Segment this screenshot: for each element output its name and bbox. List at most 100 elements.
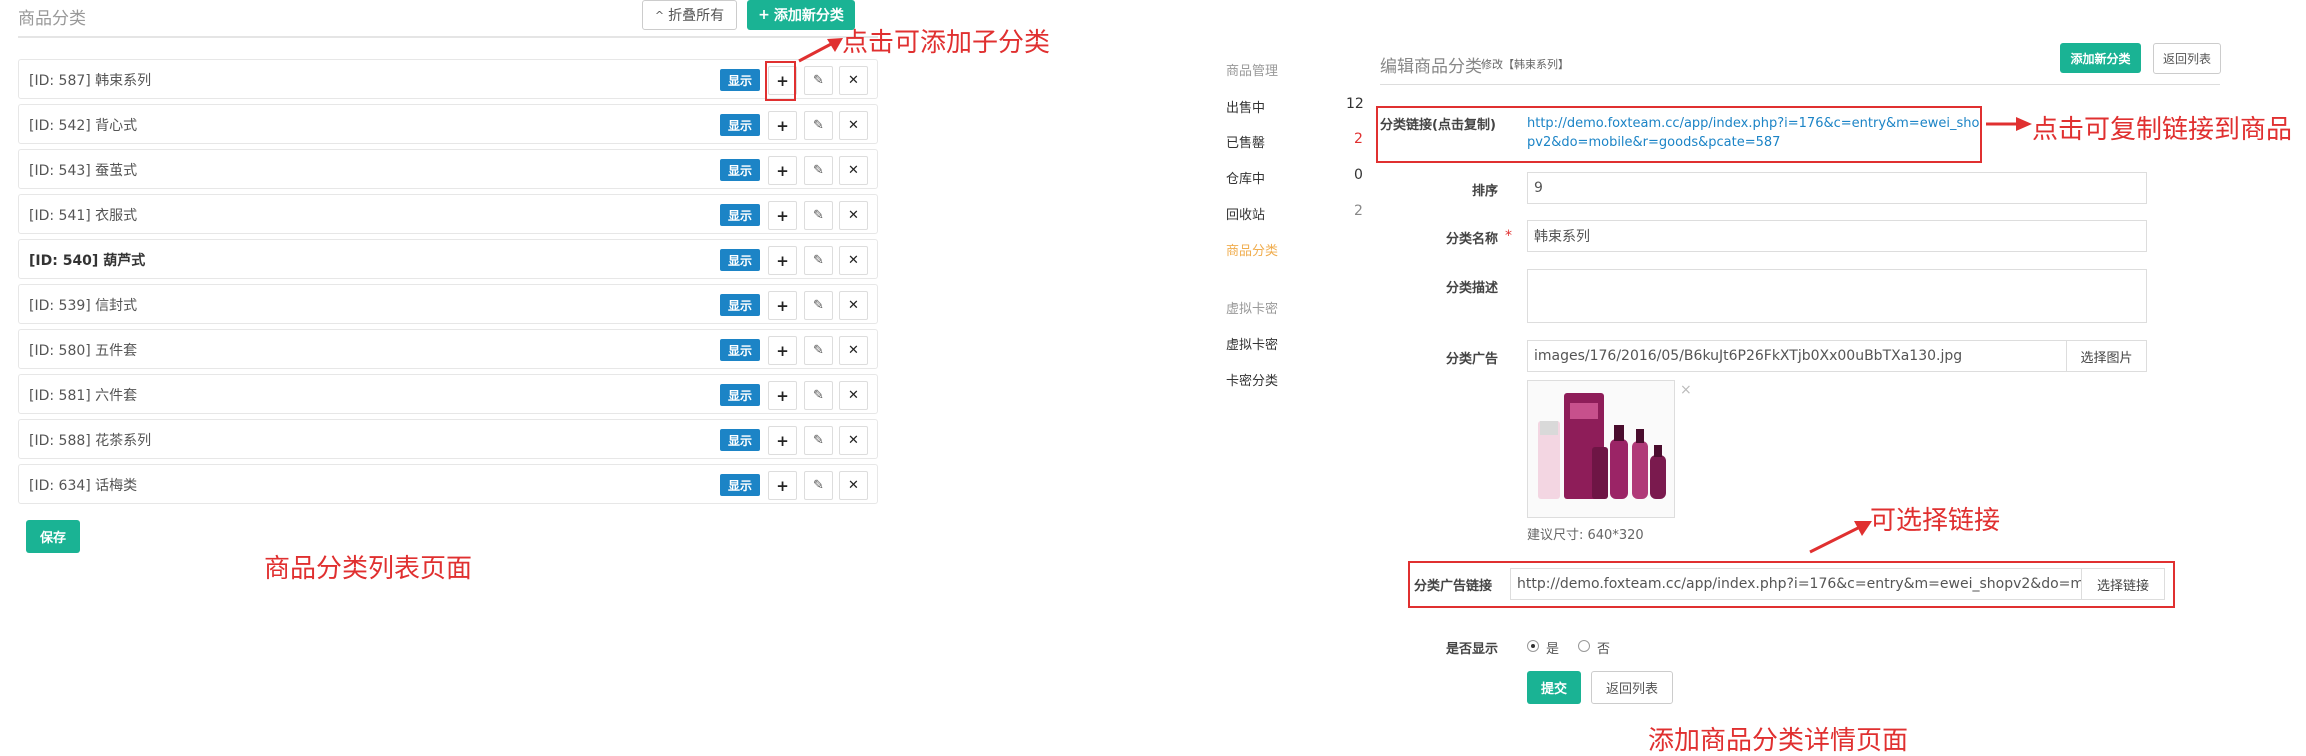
show-badge[interactable]: 显示 bbox=[720, 204, 760, 226]
category-row[interactable]: [ID: 634] 话梅类 显示 + ✎ ✕ bbox=[18, 464, 878, 504]
menu-item-card-category[interactable]: 卡密分类 bbox=[1226, 370, 1278, 389]
delete-button[interactable]: ✕ bbox=[839, 471, 868, 500]
annotation-choose-link: 可选择链接 bbox=[1870, 506, 2001, 536]
category-row[interactable]: [ID: 541] 衣服式 显示 + ✎ ✕ bbox=[18, 194, 878, 234]
delete-button[interactable]: ✕ bbox=[839, 156, 868, 185]
delete-button[interactable]: ✕ bbox=[839, 201, 868, 230]
edit-icon: ✎ bbox=[813, 73, 824, 88]
add-category-button[interactable]: + 添加新分类 bbox=[747, 0, 855, 30]
category-row[interactable]: [ID: 542] 背心式 显示 + ✎ ✕ bbox=[18, 104, 878, 144]
category-row[interactable]: [ID: 539] 信封式 显示 + ✎ ✕ bbox=[18, 284, 878, 324]
edit-button[interactable]: ✎ bbox=[804, 111, 833, 140]
edit-icon: ✎ bbox=[813, 343, 824, 358]
category-row[interactable]: [ID: 587] 韩束系列 显示 + ✎ ✕ bbox=[18, 59, 878, 99]
sort-input[interactable]: 9 bbox=[1527, 172, 2147, 204]
add-child-button[interactable]: + bbox=[768, 111, 797, 140]
category-desc-textarea[interactable] bbox=[1527, 269, 2147, 323]
show-badge[interactable]: 显示 bbox=[720, 474, 760, 496]
add-child-button[interactable]: + bbox=[768, 156, 797, 185]
edit-icon: ✎ bbox=[813, 388, 824, 403]
add-child-button[interactable]: + bbox=[768, 201, 797, 230]
add-child-button[interactable]: + bbox=[768, 336, 797, 365]
show-no-radio[interactable] bbox=[1578, 640, 1590, 652]
delete-button[interactable]: ✕ bbox=[839, 381, 868, 410]
delete-button[interactable]: ✕ bbox=[839, 336, 868, 365]
menu-item-sold-out[interactable]: 已售罄 bbox=[1226, 132, 1265, 151]
close-icon: ✕ bbox=[848, 118, 859, 133]
show-yes-radio[interactable] bbox=[1527, 640, 1539, 652]
category-row[interactable]: [ID: 581] 六件套 显示 + ✎ ✕ bbox=[18, 374, 878, 414]
add-child-button[interactable]: + bbox=[768, 381, 797, 410]
category-name: [ID: 542] 背心式 bbox=[29, 118, 138, 134]
plus-icon: + bbox=[776, 431, 789, 450]
category-row[interactable]: [ID: 588] 花茶系列 显示 + ✎ ✕ bbox=[18, 419, 878, 459]
choose-image-button[interactable]: 选择图片 bbox=[2066, 340, 2147, 372]
delete-button[interactable]: ✕ bbox=[839, 111, 868, 140]
annotation-arrow-icon bbox=[1809, 521, 1872, 554]
menu-head-goods: 商品管理 bbox=[1226, 64, 1279, 79]
category-link[interactable]: http://demo.foxteam.cc/app/index.php?i=1… bbox=[1527, 114, 1987, 152]
remove-image-icon[interactable]: × bbox=[1680, 382, 1692, 398]
show-badge[interactable]: 显示 bbox=[720, 249, 760, 271]
delete-button[interactable]: ✕ bbox=[839, 291, 868, 320]
show-badge[interactable]: 显示 bbox=[720, 69, 760, 91]
category-row[interactable]: [ID: 543] 蚕茧式 显示 + ✎ ✕ bbox=[18, 149, 878, 189]
delete-button[interactable]: ✕ bbox=[839, 426, 868, 455]
edit-button[interactable]: ✎ bbox=[804, 201, 833, 230]
plus-icon: + bbox=[758, 7, 770, 23]
back-to-list-button[interactable]: 返回列表 bbox=[2153, 43, 2221, 74]
delete-button[interactable]: ✕ bbox=[839, 246, 868, 275]
show-yes-label: 是 bbox=[1546, 642, 1560, 657]
menu-item-category[interactable]: 商品分类 bbox=[1226, 240, 1278, 259]
plus-icon: + bbox=[776, 476, 789, 495]
category-name: [ID: 543] 蚕茧式 bbox=[29, 163, 138, 179]
edit-icon: ✎ bbox=[813, 478, 824, 493]
menu-item-recycle[interactable]: 回收站 bbox=[1226, 204, 1265, 223]
required-icon: * bbox=[1505, 228, 1512, 244]
add-child-button[interactable]: + bbox=[768, 471, 797, 500]
category-ad-input[interactable]: images/176/2016/05/B6kuJt6P26FkXTjb0Xx00… bbox=[1527, 340, 2067, 372]
close-icon: ✕ bbox=[848, 478, 859, 493]
edit-button[interactable]: ✎ bbox=[804, 381, 833, 410]
count-sold-out: 2 bbox=[1354, 131, 1363, 147]
edit-icon: ✎ bbox=[813, 118, 824, 133]
add-child-button[interactable]: + bbox=[768, 291, 797, 320]
edit-button[interactable]: ✎ bbox=[804, 156, 833, 185]
choose-link-button[interactable]: 选择链接 bbox=[2081, 568, 2165, 600]
edit-button[interactable]: ✎ bbox=[804, 426, 833, 455]
add-category-label: 添加新分类 bbox=[773, 8, 844, 24]
category-name-input[interactable]: 韩束系列 bbox=[1527, 220, 2147, 252]
show-badge[interactable]: 显示 bbox=[720, 294, 760, 316]
show-badge[interactable]: 显示 bbox=[720, 114, 760, 136]
show-label: 是否显示 bbox=[1445, 642, 1498, 657]
submit-button[interactable]: 提交 bbox=[1527, 671, 1581, 704]
menu-item-virtual-card[interactable]: 虚拟卡密 bbox=[1226, 334, 1278, 353]
annotation-arrow-icon bbox=[798, 38, 843, 63]
product-image-icon bbox=[1538, 393, 1666, 499]
show-badge[interactable]: 显示 bbox=[720, 384, 760, 406]
edit-button[interactable]: ✎ bbox=[804, 246, 833, 275]
add-child-button[interactable]: + bbox=[768, 246, 797, 275]
add-child-button[interactable]: + bbox=[768, 426, 797, 455]
category-row[interactable]: [ID: 580] 五件套 显示 + ✎ ✕ bbox=[18, 329, 878, 369]
edit-button[interactable]: ✎ bbox=[804, 66, 833, 95]
delete-button[interactable]: ✕ bbox=[839, 66, 868, 95]
collapse-all-button[interactable]: ^ 折叠所有 bbox=[642, 0, 737, 30]
back-to-list-button[interactable]: 返回列表 bbox=[1591, 671, 1673, 704]
close-icon: ✕ bbox=[848, 298, 859, 313]
edit-button[interactable]: ✎ bbox=[804, 336, 833, 365]
category-name: [ID: 587] 韩束系列 bbox=[29, 73, 152, 89]
close-icon: ✕ bbox=[848, 73, 859, 88]
edit-button[interactable]: ✎ bbox=[804, 291, 833, 320]
category-row[interactable]: [ID: 540] 葫芦式 显示 + ✎ ✕ bbox=[18, 239, 878, 279]
menu-item-on-sale[interactable]: 出售中 bbox=[1226, 97, 1265, 116]
show-badge[interactable]: 显示 bbox=[720, 159, 760, 181]
show-badge[interactable]: 显示 bbox=[720, 429, 760, 451]
ad-link-input[interactable]: http://demo.foxteam.cc/app/index.php?i=1… bbox=[1510, 568, 2082, 600]
edit-button[interactable]: ✎ bbox=[804, 471, 833, 500]
save-button[interactable]: 保存 bbox=[26, 520, 80, 553]
add-category-button[interactable]: 添加新分类 bbox=[2060, 43, 2141, 73]
ad-image-thumbnail[interactable] bbox=[1527, 380, 1675, 518]
menu-item-warehouse[interactable]: 仓库中 bbox=[1226, 168, 1265, 187]
show-badge[interactable]: 显示 bbox=[720, 339, 760, 361]
